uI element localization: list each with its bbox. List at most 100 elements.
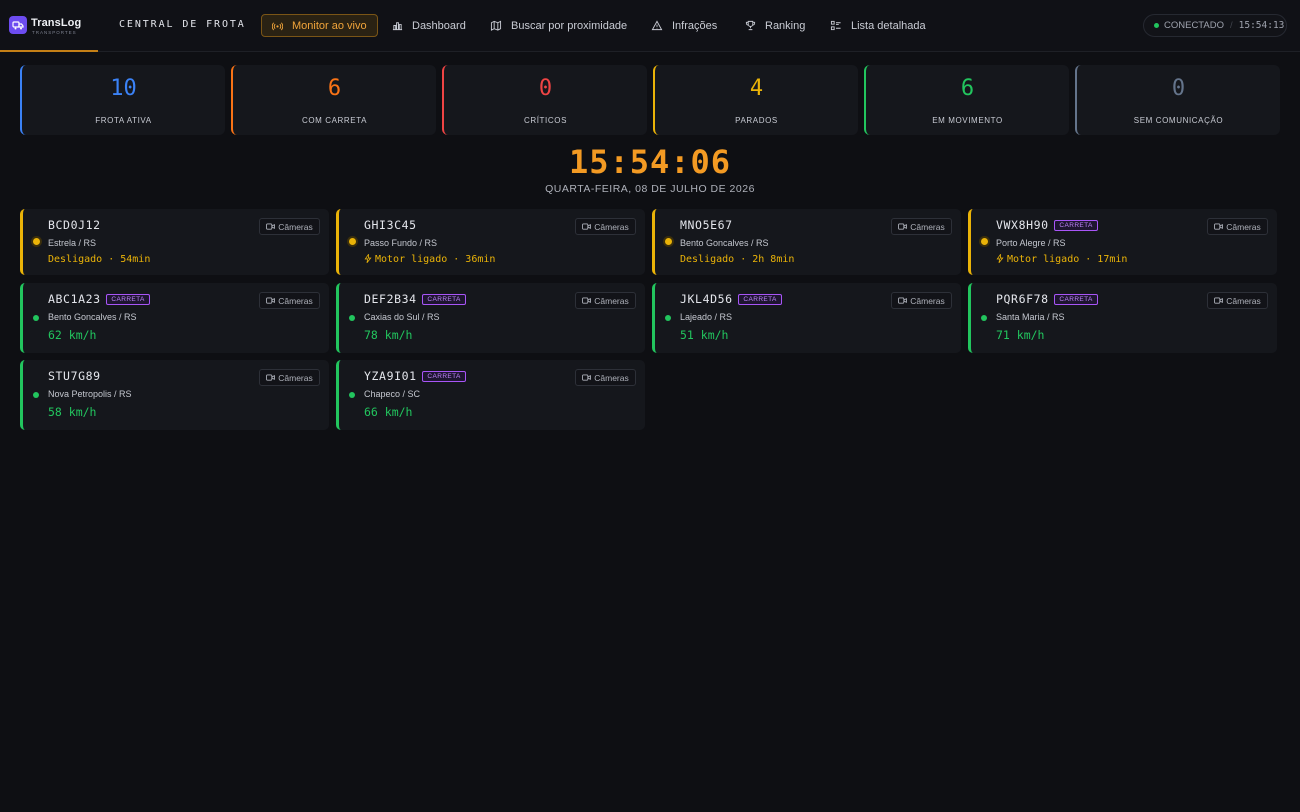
vehicle-plate: VWX8H90 xyxy=(996,218,1049,232)
status-dot-icon xyxy=(33,392,39,398)
vehicle-location: Bento Goncalves / RS xyxy=(48,312,137,322)
status-dot-icon xyxy=(33,238,40,245)
stat-card-com-carreta[interactable]: 6 COM CARRETA xyxy=(231,65,436,135)
status-dot-icon xyxy=(349,315,355,321)
separator: / xyxy=(1230,20,1233,31)
cameras-button[interactable]: Câmeras xyxy=(259,292,320,309)
stat-value: 0 xyxy=(538,76,553,101)
cameras-label: Câmeras xyxy=(1226,221,1261,232)
vehicle-location: Passo Fundo / RS xyxy=(364,238,438,248)
bolt-icon xyxy=(364,253,372,264)
stat-card-sem-comunicacao[interactable]: 0 SEM COMUNICAÇÃO xyxy=(1075,65,1280,135)
tab-label: Infrações xyxy=(672,19,718,32)
connection-time: 15:54:13 xyxy=(1238,20,1285,31)
carreta-badge: CARRETA xyxy=(422,371,466,382)
vehicle-speed: 71 km/h xyxy=(996,328,1045,342)
stat-label: FROTA ATIVA xyxy=(95,116,152,125)
vehicle-plate: BCD0J12 xyxy=(48,218,101,232)
status-dot-icon xyxy=(665,238,672,245)
tab-label: Ranking xyxy=(765,19,806,32)
stat-card-frota-ativa[interactable]: 10 FROTA ATIVA xyxy=(20,65,225,135)
status-dot-icon xyxy=(349,392,355,398)
vehicle-card[interactable]: ABC1A23 CARRETA Câmeras Bento Goncalves / R… xyxy=(20,283,329,353)
stat-card-em-movimento[interactable]: 6 EM MOVIMENTO xyxy=(864,65,1069,135)
cameras-button[interactable]: Câmeras xyxy=(575,292,636,309)
carreta-badge: CARRETA xyxy=(422,294,466,305)
cameras-button[interactable]: Câmeras xyxy=(575,369,636,386)
cameras-label: Câmeras xyxy=(278,295,313,306)
stat-label: SEM COMUNICAÇÃO xyxy=(1133,116,1224,125)
vehicle-location: Lajeado / RS xyxy=(680,312,733,322)
stat-card-parados[interactable]: 4 PARADOS xyxy=(653,65,858,135)
cameras-button[interactable]: Câmeras xyxy=(891,292,952,309)
cameras-button[interactable]: Câmeras xyxy=(891,218,952,235)
vehicle-card[interactable]: MNO5E67 Câmeras Bento Goncalves / RS Deslig… xyxy=(652,209,961,275)
vehicle-location: Santa Maria / RS xyxy=(996,312,1065,322)
vehicle-speed: 58 km/h xyxy=(48,405,97,419)
cameras-label: Câmeras xyxy=(594,372,629,383)
brand[interactable]: TransLog TRANSPORTES xyxy=(0,0,98,52)
status-dot-icon xyxy=(665,315,671,321)
page-title: CENTRAL DE FROTA xyxy=(119,19,246,30)
vehicle-engine-status: Motor ligado · 17min xyxy=(996,253,1128,265)
camera-icon xyxy=(266,223,276,230)
connection-status: CONECTADO / 15:54:13 xyxy=(1143,14,1287,37)
tab-ranking[interactable]: Ranking xyxy=(745,14,805,37)
status-dot-icon xyxy=(33,315,39,321)
camera-icon xyxy=(582,223,592,230)
vehicle-location: Caxias do Sul / RS xyxy=(364,312,440,322)
vehicle-speed: 78 km/h xyxy=(364,328,413,342)
vehicle-location: Nova Petropolis / RS xyxy=(48,389,132,399)
stat-value: 10 xyxy=(110,76,137,101)
tab-buscar-proximidade[interactable]: Buscar por proximidade xyxy=(490,14,627,37)
vehicle-plate: GHI3C45 xyxy=(364,218,417,232)
vehicle-card[interactable]: YZA9I01 CARRETA Câmeras Chapeco / SC 66 km/h xyxy=(336,360,645,430)
carreta-badge: CARRETA xyxy=(1054,220,1098,231)
vehicle-plate: MNO5E67 xyxy=(680,218,733,232)
tab-infracoes[interactable]: Infrações xyxy=(651,14,717,37)
vehicle-location: Chapeco / SC xyxy=(364,389,421,399)
cameras-button[interactable]: Câmeras xyxy=(259,218,320,235)
cameras-label: Câmeras xyxy=(1226,295,1261,306)
connection-label: CONECTADO xyxy=(1164,20,1224,31)
tab-lista-detalhada[interactable]: Lista detalhada xyxy=(830,14,926,37)
tab-label: Buscar por proximidade xyxy=(511,19,628,32)
bolt-icon xyxy=(996,253,1004,264)
cameras-button[interactable]: Câmeras xyxy=(1207,292,1268,309)
tab-dashboard[interactable]: Dashboard xyxy=(392,14,466,37)
vehicle-card[interactable]: BCD0J12 Câmeras Estrela / RS Desligado · 54… xyxy=(20,209,329,275)
cameras-label: Câmeras xyxy=(910,221,945,232)
vehicle-card[interactable]: PQR6F78 CARRETA Câmeras Santa Maria / RS 71 … xyxy=(968,283,1277,353)
stat-value: 4 xyxy=(749,76,764,101)
broadcast-icon xyxy=(272,22,283,31)
vehicle-card[interactable]: DEF2B34 CARRETA Câmeras Caxias do Sul / RS 7… xyxy=(336,283,645,353)
tab-label: Monitor ao vivo xyxy=(292,19,367,32)
warning-icon xyxy=(651,20,663,31)
vehicle-card[interactable]: VWX8H90 CARRETA Câmeras Porto Alegre / RS Mo… xyxy=(968,209,1277,275)
vehicle-card[interactable]: JKL4D56 CARRETA Câmeras Lajeado / RS 51 km/h xyxy=(652,283,961,353)
map-icon xyxy=(490,20,502,31)
tab-label: Dashboard xyxy=(412,19,466,32)
vehicle-location: Estrela / RS xyxy=(48,238,97,248)
camera-icon xyxy=(1214,223,1224,230)
stat-card-criticos[interactable]: 0 CRÍTICOS xyxy=(442,65,647,135)
vehicle-engine-status: Desligado · 54min xyxy=(48,254,151,265)
cameras-button[interactable]: Câmeras xyxy=(259,369,320,386)
engine-status-text: Motor ligado · 17min xyxy=(1007,254,1128,265)
vehicle-plate: YZA9I01 xyxy=(364,369,417,383)
vehicle-card[interactable]: GHI3C45 Câmeras Passo Fundo / RS Motor liga… xyxy=(336,209,645,275)
list-icon xyxy=(830,20,841,31)
cameras-button[interactable]: Câmeras xyxy=(1207,218,1268,235)
cameras-button[interactable]: Câmeras xyxy=(575,218,636,235)
vehicle-card[interactable]: STU7G89 Câmeras Nova Petropolis / RS 58 km/… xyxy=(20,360,329,430)
tab-monitor-ao-vivo[interactable]: Monitor ao vivo xyxy=(261,14,378,37)
tab-label: Lista detalhada xyxy=(851,19,926,32)
trophy-icon xyxy=(745,20,756,31)
status-dot-icon xyxy=(981,238,988,245)
stat-value: 6 xyxy=(960,76,975,101)
carreta-badge: CARRETA xyxy=(106,294,150,305)
camera-icon xyxy=(266,374,276,381)
camera-icon xyxy=(266,297,276,304)
vehicle-location: Porto Alegre / RS xyxy=(996,238,1066,248)
status-dot-icon xyxy=(349,238,356,245)
